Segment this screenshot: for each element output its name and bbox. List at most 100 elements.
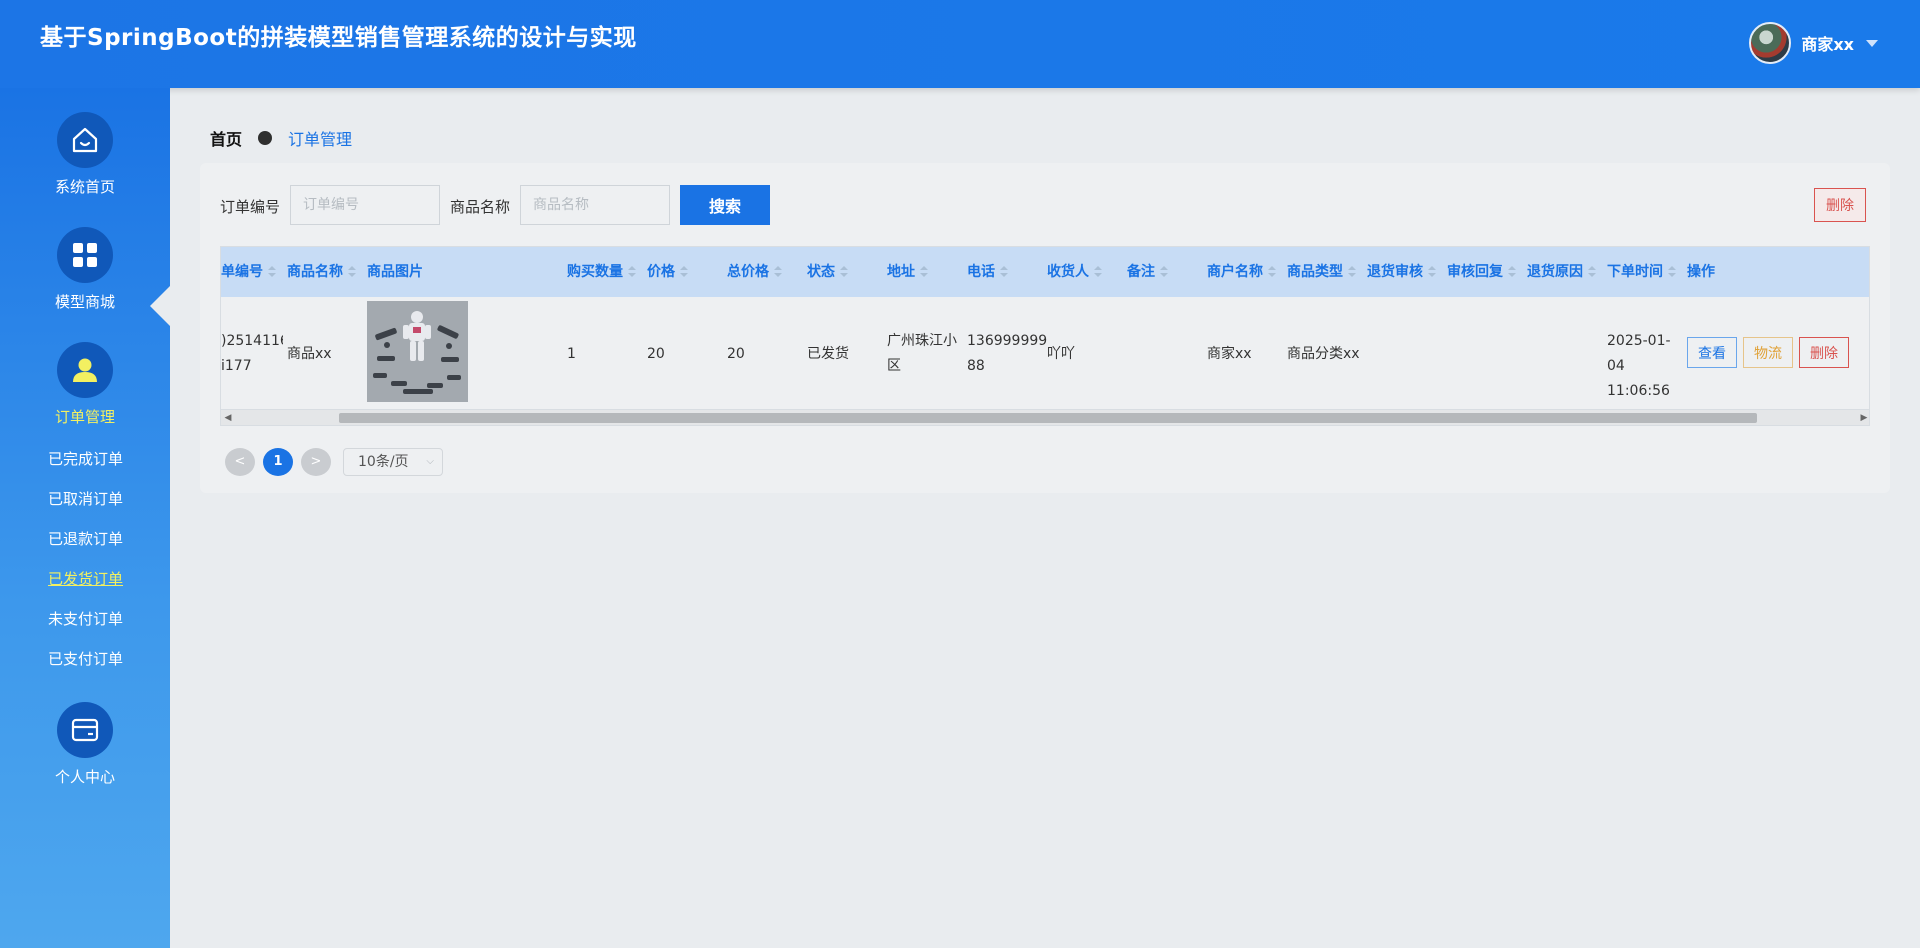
sidebar-item-home[interactable]: 系统首页	[0, 112, 170, 197]
view-button[interactable]: 查看	[1687, 337, 1737, 368]
sub-item-paid-orders[interactable]: 已支付订单	[48, 648, 123, 669]
sidebar-item-label: 模型商城	[54, 293, 115, 311]
scroll-left-icon[interactable]: ◀	[221, 410, 235, 425]
app-title: 基于SpringBoot的拼装模型销售管理系统的设计与实现	[40, 25, 637, 51]
sidebar-item-personal-center[interactable]: 个人中心	[0, 702, 170, 787]
active-indicator	[150, 284, 172, 328]
sort-icon[interactable]	[1160, 266, 1168, 278]
sub-item-unpaid-orders[interactable]: 未支付订单	[48, 608, 123, 629]
column-header[interactable]: 电话	[967, 247, 1008, 297]
column-header: 操作	[1687, 264, 1715, 280]
sort-icon[interactable]	[1000, 266, 1008, 278]
column-header[interactable]: 地址	[887, 247, 928, 297]
cell-total-price: 20	[727, 346, 745, 362]
sort-icon[interactable]	[1268, 266, 1276, 278]
column-header[interactable]: 收货人	[1047, 247, 1102, 297]
cell-product-type: 商品分类xx	[1287, 346, 1360, 362]
wallet-icon	[57, 702, 113, 758]
chevron-down-icon: ⌵	[426, 456, 434, 467]
page-size-value: 10条/页	[358, 454, 409, 470]
sort-icon[interactable]	[268, 266, 276, 278]
sort-icon[interactable]	[628, 266, 636, 278]
next-page-button[interactable]: >	[301, 448, 331, 476]
column-header[interactable]: 下单时间	[1607, 247, 1676, 297]
chevron-down-icon[interactable]	[1866, 39, 1878, 47]
breadcrumb-home[interactable]: 首页	[210, 126, 242, 150]
sort-icon[interactable]	[1428, 266, 1436, 278]
breadcrumb-current: 订单管理	[288, 130, 353, 149]
horizontal-scrollbar[interactable]: ◀ ▶	[221, 409, 1869, 425]
sort-icon[interactable]	[840, 266, 848, 278]
avatar[interactable]	[1749, 22, 1792, 64]
row-delete-button[interactable]: 删除	[1799, 337, 1849, 368]
user-menu[interactable]: 商家xx	[1749, 22, 1878, 64]
breadcrumb-separator-icon	[258, 131, 273, 145]
scrollbar-thumb[interactable]	[339, 413, 1757, 423]
sort-icon[interactable]	[1508, 266, 1516, 278]
sort-icon[interactable]	[1668, 266, 1676, 278]
sidebar-item-order-management[interactable]: 订单管理	[0, 342, 170, 427]
column-header[interactable]: 审核回复	[1447, 247, 1516, 297]
sort-icon[interactable]	[1094, 266, 1102, 278]
pagination: < 1 > 10条/页 ⌵	[225, 448, 443, 476]
column-header[interactable]: 商品类型	[1287, 247, 1356, 297]
order-list-card: 订单编号 商品名称 搜索 删除 单编号 商品名称 商品图片 购买数量 价格 总价…	[200, 163, 1890, 493]
cell-price: 20	[647, 346, 665, 362]
page-number-button[interactable]: 1	[263, 448, 293, 476]
cell-order-time: 2025-01-04 11:06:56	[1607, 333, 1671, 399]
cell-phone: 136999999 88	[967, 333, 1048, 374]
prev-page-button[interactable]: <	[225, 448, 255, 476]
column-header[interactable]: 备注	[1127, 247, 1168, 297]
column-header[interactable]: 总价格	[727, 247, 782, 297]
product-name-input[interactable]	[520, 185, 670, 225]
top-header: 基于SpringBoot的拼装模型销售管理系统的设计与实现 商家xx	[0, 0, 1920, 88]
column-header[interactable]: 退货审核	[1367, 247, 1436, 297]
sidebar-item-label: 个人中心	[54, 768, 115, 786]
order-table: 单编号 商品名称 商品图片 购买数量 价格 总价格 状态 地址 电话 收货人 备…	[220, 246, 1870, 426]
cell-merchant: 商家xx	[1207, 346, 1252, 362]
sidebar-item-label: 系统首页	[54, 178, 115, 196]
column-header[interactable]: 价格	[647, 247, 688, 297]
grid-icon	[57, 227, 113, 283]
cell-quantity: 1	[567, 346, 576, 362]
cell-status: 已发货	[807, 346, 849, 362]
column-header[interactable]: 退货原因	[1527, 247, 1596, 297]
sidebar-item-label: 订单管理	[54, 408, 115, 426]
sort-icon[interactable]	[774, 266, 782, 278]
table-row: )2514116 i177 商品xx 1 20 20 已发货 广州珠江小 区 1…	[221, 297, 1869, 411]
sort-icon[interactable]	[680, 266, 688, 278]
batch-delete-button[interactable]: 删除	[1814, 188, 1866, 222]
sidebar-item-model-mall[interactable]: 模型商城	[0, 227, 170, 312]
sub-item-cancelled-orders[interactable]: 已取消订单	[48, 488, 123, 509]
cell-order-no: )2514116 i177	[221, 333, 283, 374]
column-header: 商品图片	[367, 264, 423, 280]
sort-icon[interactable]	[920, 266, 928, 278]
sub-item-completed-orders[interactable]: 已完成订单	[48, 448, 123, 469]
column-header[interactable]: 购买数量	[567, 247, 636, 297]
column-header[interactable]: 商品名称	[287, 247, 356, 297]
page-size-select[interactable]: 10条/页 ⌵	[343, 448, 443, 476]
column-header[interactable]: 状态	[807, 247, 848, 297]
sort-icon[interactable]	[1348, 266, 1356, 278]
scroll-right-icon[interactable]: ▶	[1857, 410, 1869, 425]
order-no-input[interactable]	[290, 185, 440, 225]
sort-icon[interactable]	[1588, 266, 1596, 278]
cell-address: 广州珠江小 区	[887, 333, 957, 374]
logistics-button[interactable]: 物流	[1743, 337, 1793, 368]
product-image[interactable]	[367, 301, 468, 402]
table-header: 单编号 商品名称 商品图片 购买数量 价格 总价格 状态 地址 电话 收货人 备…	[221, 247, 1869, 297]
sort-icon[interactable]	[348, 266, 356, 278]
user-name[interactable]: 商家xx	[1801, 31, 1854, 55]
product-name-label: 商品名称	[450, 198, 511, 216]
sidebar: 系统首页 模型商城 订单管理 已完成订单 已取消订单 已退款订单 已发货订单 未…	[0, 88, 170, 948]
sub-item-shipped-orders[interactable]: 已发货订单	[48, 568, 123, 589]
cell-receiver: 吖吖	[1047, 346, 1075, 362]
breadcrumb: 首页 订单管理	[210, 126, 352, 150]
search-button[interactable]: 搜索	[680, 185, 770, 225]
column-header[interactable]: 单编号	[221, 247, 276, 297]
column-header[interactable]: 商户名称	[1207, 247, 1276, 297]
home-icon	[57, 112, 113, 168]
cell-product-name: 商品xx	[287, 346, 332, 362]
sub-item-refunded-orders[interactable]: 已退款订单	[48, 528, 123, 549]
order-no-label: 订单编号	[220, 198, 281, 216]
